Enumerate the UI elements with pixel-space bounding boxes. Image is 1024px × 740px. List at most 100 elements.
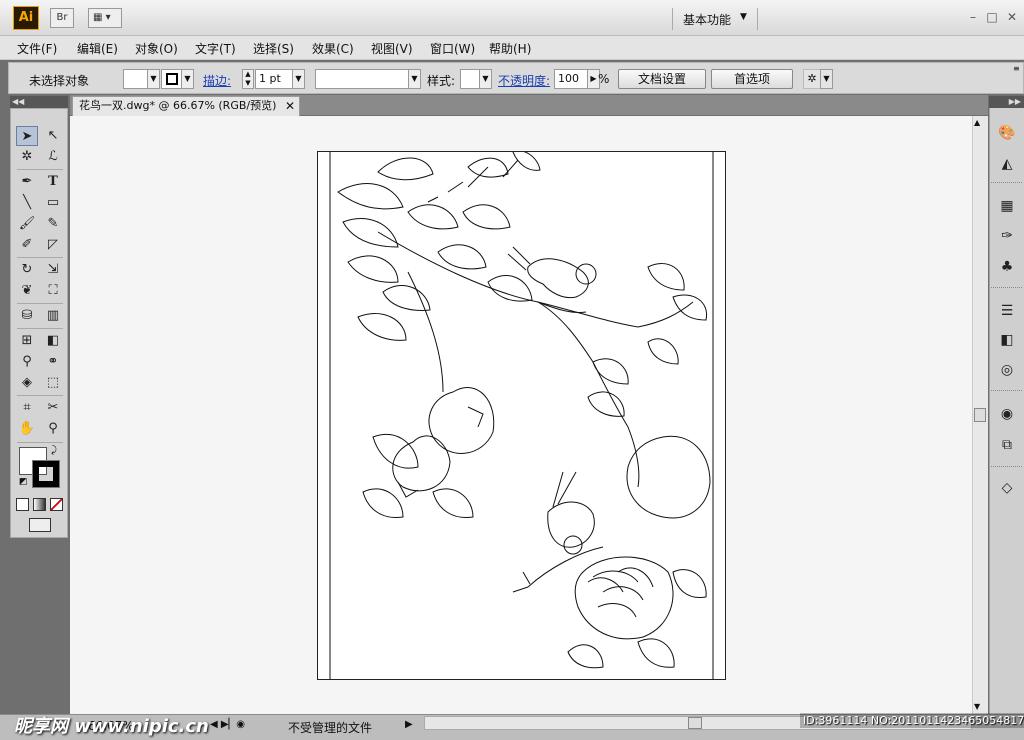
hand-tool-icon[interactable]: ✋ [16, 419, 38, 439]
screen-mode-icon[interactable] [29, 518, 51, 532]
mesh-tool-icon[interactable]: ⊞ [16, 331, 38, 351]
swatches-icon[interactable]: ▦ [996, 196, 1018, 216]
symbol-sprayer-tool-icon[interactable]: ⛁ [16, 306, 38, 326]
artboard[interactable] [317, 150, 726, 680]
artboard-nav-icon[interactable]: ◀ ▶▏◉ [210, 719, 245, 730]
expand-panels-icon[interactable]: ▶▶ [989, 96, 1024, 108]
chevron-down-icon[interactable]: ▼ [181, 69, 194, 89]
zoom-tool-icon[interactable]: ⚲ [42, 419, 64, 439]
line-tool-icon[interactable]: ╲ [16, 193, 38, 213]
magic-wand-icon[interactable]: ✲ [803, 69, 821, 89]
layers-icon[interactable]: ◇ [996, 478, 1018, 498]
rotate-tool-icon[interactable]: ↻ [16, 260, 38, 280]
scale-tool-icon[interactable]: ⇲ [42, 260, 64, 280]
slice-tool-icon[interactable]: ✂ [42, 398, 64, 418]
preferences-button[interactable]: 首选项 [711, 69, 793, 89]
live-paint-bucket-icon[interactable]: ◈ [16, 373, 38, 393]
menu-bar: 文件(F) 编辑(E) 对象(O) 文字(T) 选择(S) 效果(C) 视图(V… [0, 36, 1024, 60]
panel-menu-icon[interactable]: ≡ [1013, 64, 1020, 73]
close-icon[interactable]: ✕ [285, 97, 295, 115]
live-paint-selection-icon[interactable]: ⬚ [42, 373, 64, 393]
menu-edit[interactable]: 编辑(E) [77, 40, 118, 57]
divider [17, 442, 63, 443]
pencil-tool-icon[interactable]: ✎ [42, 214, 64, 234]
selection-tool-icon[interactable]: ➤ [16, 126, 38, 146]
brushes-icon[interactable]: ✑ [996, 226, 1018, 246]
restore-button[interactable]: □ [984, 9, 1000, 25]
style-label: 样式: [427, 74, 456, 88]
column-graph-tool-icon[interactable]: ▥ [42, 306, 64, 326]
type-tool-icon[interactable]: T [42, 172, 64, 192]
menu-help[interactable]: 帮助(H) [489, 40, 531, 57]
divider [17, 395, 63, 396]
symbols-icon[interactable]: ♣ [996, 257, 1018, 277]
chevron-down-icon[interactable]: ▼ [740, 12, 747, 22]
document-setup-button[interactable]: 文档设置 [618, 69, 706, 89]
menu-view[interactable]: 视图(V) [371, 40, 413, 57]
paintbrush-tool-icon[interactable]: 🖌 [16, 214, 38, 234]
collapse-toolbox-icon[interactable]: ◀◀ [10, 96, 68, 108]
blend-tool-icon[interactable]: ⚭ [42, 352, 64, 372]
artboard-tool-icon[interactable]: ⌗ [16, 398, 38, 418]
illustrator-window: Ai Br ▦ ▾ 基本功能 ▼ – □ ✕ 文件(F) 编辑(E) 对象(O)… [0, 0, 1024, 740]
bridge-button[interactable]: Br [50, 8, 74, 28]
divider [991, 466, 1022, 469]
lasso-tool-icon[interactable]: ℒ [42, 147, 64, 167]
opacity-input[interactable]: 100 [554, 69, 588, 89]
fill-swatch[interactable] [123, 69, 149, 89]
minimize-button[interactable]: – [965, 9, 981, 25]
eraser-tool-icon[interactable]: ◸ [42, 235, 64, 255]
menu-window[interactable]: 窗口(W) [430, 40, 475, 57]
direct-selection-tool-icon[interactable]: ↖ [42, 126, 64, 146]
free-transform-tool-icon[interactable]: ⛶ [42, 281, 64, 301]
rectangle-tool-icon[interactable]: ▭ [42, 193, 64, 213]
horizontal-scroll-thumb[interactable] [688, 717, 702, 729]
file-management-status[interactable]: 不受管理的文件 [288, 719, 372, 736]
opacity-label[interactable]: 不透明度: [498, 72, 550, 89]
color-guide-icon[interactable]: 🎨 [996, 123, 1018, 143]
blob-brush-tool-icon[interactable]: ✐ [16, 235, 38, 255]
stroke-swatch[interactable] [161, 69, 183, 89]
scroll-down-icon[interactable]: ▼ [974, 702, 980, 711]
menu-effect[interactable]: 效果(C) [312, 40, 354, 57]
stroke-label[interactable]: 描边: [203, 72, 231, 89]
chevron-down-icon[interactable]: ▼ [408, 69, 421, 89]
gradient-tool-icon[interactable]: ◧ [42, 331, 64, 351]
menu-file[interactable]: 文件(F) [17, 40, 57, 57]
document-tab[interactable]: 花鸟一双.dwg* @ 66.67% (RGB/预览) ✕ [72, 96, 300, 116]
warp-tool-icon[interactable]: ❦ [16, 281, 38, 301]
menu-type[interactable]: 文字(T) [195, 40, 236, 57]
gradient-mode-icon[interactable] [33, 498, 46, 511]
divider [672, 8, 673, 30]
stroke-panel-icon[interactable]: ☰ [996, 301, 1018, 321]
chevron-down-icon[interactable]: ▼ [479, 69, 492, 89]
brush-definition-field[interactable] [315, 69, 413, 89]
pen-tool-icon[interactable]: ✒ [16, 172, 38, 192]
divider [17, 169, 63, 170]
default-colors-icon[interactable]: ◩ [19, 477, 28, 487]
close-button[interactable]: ✕ [1004, 9, 1020, 25]
stroke-weight-stepper[interactable]: ▲ ▼ [242, 69, 254, 89]
color-mode-icon[interactable] [16, 498, 29, 511]
graphic-styles-icon[interactable]: ⧉ [996, 435, 1018, 455]
scroll-up-icon[interactable]: ▲ [974, 118, 980, 127]
swap-colors-icon[interactable]: ⤸ [51, 445, 57, 456]
transparency-icon[interactable]: ◎ [996, 360, 1018, 380]
stroke-color-swatch[interactable] [32, 460, 60, 488]
chevron-right-icon[interactable]: ▶ [405, 719, 413, 730]
magic-wand-tool-icon[interactable]: ✲ [16, 147, 38, 167]
color-panel-icon[interactable]: ◭ [996, 154, 1018, 174]
workspace-switcher[interactable]: 基本功能 [683, 11, 731, 28]
vertical-scroll-thumb[interactable] [974, 408, 986, 422]
menu-select[interactable]: 选择(S) [253, 40, 294, 57]
gradient-panel-icon[interactable]: ◧ [996, 330, 1018, 350]
menu-object[interactable]: 对象(O) [135, 40, 178, 57]
flower-bird-line-art [329, 150, 714, 679]
chevron-down-icon[interactable]: ▼ [820, 69, 833, 89]
none-mode-icon[interactable] [50, 498, 63, 511]
appearance-icon[interactable]: ◉ [996, 404, 1018, 424]
chevron-down-icon[interactable]: ▼ [292, 69, 305, 89]
arrange-documents-button[interactable]: ▦ ▾ [88, 8, 122, 28]
chevron-down-icon[interactable]: ▼ [147, 69, 160, 89]
eyedropper-tool-icon[interactable]: ⚲ [16, 352, 38, 372]
